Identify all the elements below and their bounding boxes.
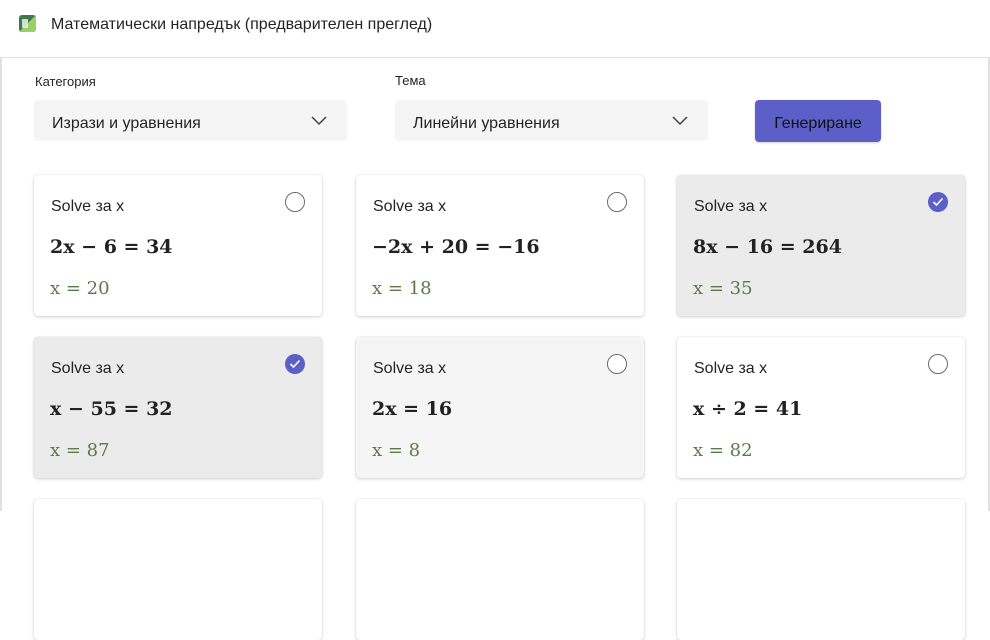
problem-card[interactable]: Solve за x −2x + 20 = −16 x = 18: [356, 175, 644, 316]
problem-answer: x = 18: [372, 278, 432, 299]
problem-answer: x = 82: [693, 440, 753, 461]
checkmark-icon: [932, 197, 944, 207]
problem-equation: x ÷ 2 = 41: [693, 398, 803, 420]
chevron-down-icon: [311, 116, 327, 126]
problem-instruction: Solve за x: [694, 360, 768, 377]
problem-card[interactable]: Solve за x x ÷ 2 = 41 x = 82: [677, 337, 965, 478]
problem-equation: 2x = 16: [372, 398, 453, 420]
category-label: Категория: [35, 74, 96, 89]
topic-label: Тема: [395, 73, 426, 88]
topic-value: Линейни уравнения: [413, 115, 560, 132]
select-radio[interactable]: [607, 354, 627, 374]
problem-card[interactable]: [34, 499, 322, 640]
problem-instruction: Solve за x: [373, 198, 447, 215]
problem-answer: x = 20: [50, 278, 110, 299]
problem-card[interactable]: [677, 499, 965, 640]
problem-equation: −2x + 20 = −16: [372, 236, 540, 258]
app-header: Математически напредък (предварителен пр…: [0, 0, 990, 58]
problem-card[interactable]: Solve за x 2x = 16 x = 8: [356, 337, 644, 478]
category-value: Изрази и уравнения: [52, 115, 201, 132]
select-radio[interactable]: [928, 354, 948, 374]
problem-equation: 8x − 16 = 264: [693, 236, 842, 258]
problem-answer: x = 35: [693, 278, 753, 299]
select-radio-checked[interactable]: [285, 354, 305, 374]
generate-button[interactable]: Генериране: [755, 100, 881, 142]
problem-card[interactable]: [356, 499, 644, 640]
window-border-left: [0, 0, 2, 511]
math-progress-app-icon: [19, 15, 36, 32]
chevron-down-icon: [672, 116, 688, 126]
problem-card[interactable]: Solve за x x − 55 = 32 x = 87: [34, 337, 322, 478]
problem-instruction: Solve за x: [694, 198, 768, 215]
topic-dropdown[interactable]: Линейни уравнения: [395, 100, 708, 141]
select-radio[interactable]: [285, 192, 305, 212]
select-radio[interactable]: [607, 192, 627, 212]
problem-equation: 2x − 6 = 34: [50, 236, 173, 258]
category-dropdown[interactable]: Изрази и уравнения: [34, 100, 347, 141]
select-radio-checked[interactable]: [928, 192, 948, 212]
app-title: Математически напредък (предварителен пр…: [51, 16, 433, 33]
problem-instruction: Solve за x: [373, 360, 447, 377]
problem-equation: x − 55 = 32: [50, 398, 173, 420]
problem-card[interactable]: Solve за x 8x − 16 = 264 x = 35: [677, 175, 965, 316]
problem-instruction: Solve за x: [51, 198, 125, 215]
problem-answer: x = 87: [50, 440, 110, 461]
problem-card[interactable]: Solve за x 2x − 6 = 34 x = 20: [34, 175, 322, 316]
problem-instruction: Solve за x: [51, 360, 125, 377]
problem-answer: x = 8: [372, 440, 421, 461]
checkmark-icon: [289, 359, 301, 369]
